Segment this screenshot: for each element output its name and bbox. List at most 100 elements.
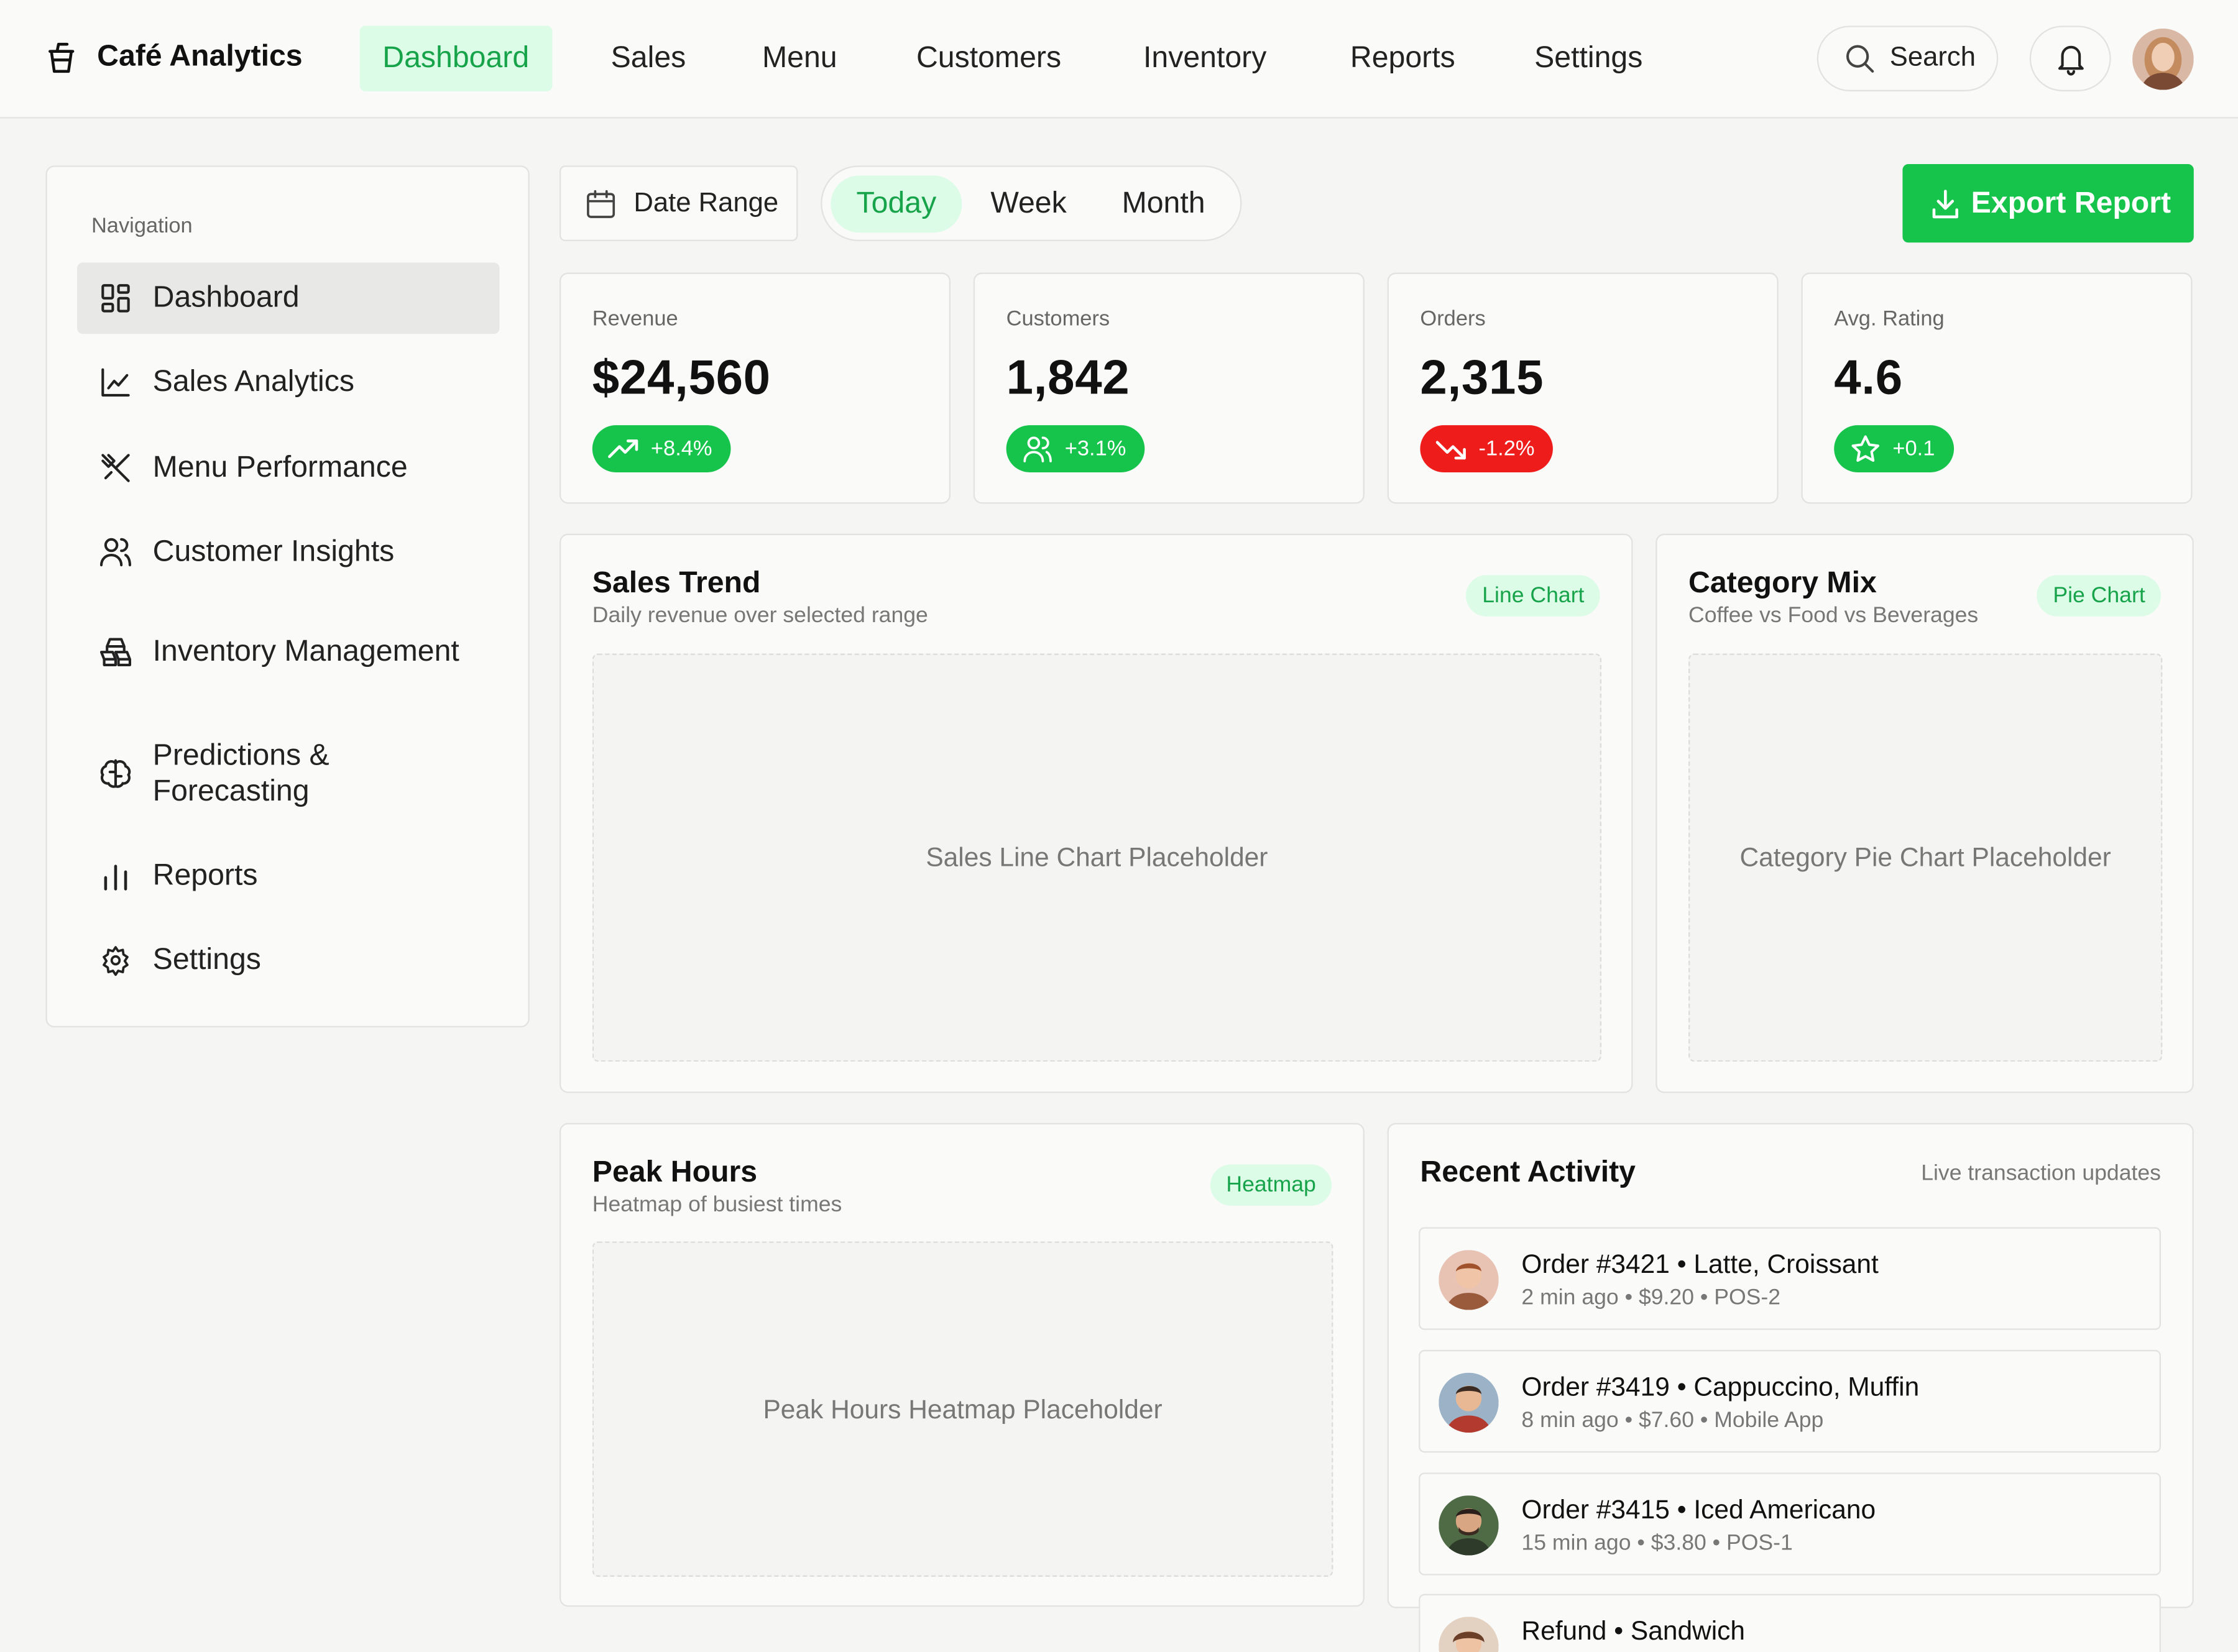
kpi-value: $24,560: [592, 351, 771, 406]
sales-trend-panel: Sales Trend Daily revenue over selected …: [559, 533, 1633, 1093]
kpi-card-avg-rating: Avg. Rating 4.6 +0.1: [1801, 272, 2193, 504]
kpi-card-customers: Customers 1,842 +3.1%: [973, 272, 1365, 504]
kpi-value: 1,842: [1006, 351, 1130, 406]
date-range-label: Date Range: [633, 187, 779, 218]
kpi-value: 4.6: [1834, 351, 1903, 406]
calendar-icon: [585, 188, 617, 219]
sidebar-item-reports[interactable]: Reports: [77, 840, 500, 912]
panel-subtitle: Live transaction updates: [1921, 1161, 2161, 1186]
sidebar-item-label: Reports: [152, 859, 258, 892]
activity-meta: 8 min ago • $7.60 • Mobile App: [1521, 1408, 1824, 1433]
star-icon: [1849, 433, 1881, 465]
activity-title: Order #3421 • Latte, Croissant: [1521, 1248, 1879, 1279]
activity-item[interactable]: Refund • Sandwich: [1419, 1594, 2161, 1652]
app-name: Café Analytics: [97, 40, 303, 73]
bell-icon: [2055, 42, 2086, 76]
avatar: [1439, 1495, 1499, 1556]
trending-up-icon: [608, 438, 640, 461]
sidebar-item-label: Settings: [152, 943, 261, 976]
sidebar-item-settings[interactable]: Settings: [77, 925, 500, 996]
activity-meta: 15 min ago • $3.80 • POS-1: [1521, 1531, 1793, 1556]
period-month[interactable]: Month: [1096, 175, 1231, 232]
sidebar-item-predictions-forecasting[interactable]: Predictions & Forecasting: [77, 735, 500, 812]
chart-type-tag: Heatmap: [1210, 1164, 1332, 1206]
trending-down-icon: [1435, 438, 1468, 461]
search-label: Search: [1889, 42, 1976, 73]
export-report-button[interactable]: Export Report: [1902, 164, 2194, 243]
kpi-label: Orders: [1420, 306, 1486, 331]
sidebar-item-label: Customer Insights: [152, 535, 395, 568]
activity-item[interactable]: Order #3419 • Cappuccino, Muffin 8 min a…: [1419, 1349, 2161, 1453]
sidebar-item-label: Inventory Management: [152, 635, 459, 668]
sidebar-item-label: Menu Performance: [152, 451, 408, 484]
topnav-customers[interactable]: Customers: [893, 25, 1084, 91]
category-chart-placeholder: Category Pie Chart Placeholder: [1688, 653, 2163, 1062]
avatar: [1439, 1250, 1499, 1310]
panel-subtitle: Heatmap of busiest times: [592, 1193, 842, 1218]
topnav-dashboard[interactable]: Dashboard: [359, 25, 552, 91]
download-icon: [1931, 188, 1959, 219]
activity-title: Order #3419 • Cappuccino, Muffin: [1521, 1371, 1920, 1402]
export-label: Export Report: [1971, 186, 2171, 219]
avatar: [1439, 1372, 1499, 1433]
peak-hours-panel: Peak Hours Heatmap of busiest times Heat…: [559, 1122, 1365, 1607]
period-week[interactable]: Week: [965, 175, 1092, 232]
sidebar-item-label: Dashboard: [152, 281, 300, 314]
activity-item[interactable]: Order #3421 • Latte, Croissant 2 min ago…: [1419, 1227, 2161, 1330]
kpi-label: Revenue: [592, 306, 678, 331]
kpi-change: +8.4%: [650, 436, 712, 461]
brain-icon: [98, 756, 132, 791]
activity-item[interactable]: Order #3415 • Iced Americano 15 min ago …: [1419, 1472, 2161, 1576]
kpi-change: +3.1%: [1064, 436, 1126, 461]
bar-chart-icon: [98, 860, 132, 892]
category-mix-panel: Category Mix Coffee vs Food vs Beverages…: [1655, 533, 2194, 1093]
utensils-crossed-icon: [98, 451, 132, 485]
line-chart-icon: [98, 367, 132, 398]
sidebar: Navigation Dashboard Sales Analytics Men…: [45, 165, 530, 1028]
activity-title: Order #3415 • Iced Americano: [1521, 1494, 1876, 1525]
sidebar-item-customer-insights[interactable]: Customer Insights: [77, 516, 500, 588]
boxes-icon: [98, 636, 132, 668]
kpi-label: Customers: [1006, 306, 1110, 331]
kpi-change-badge: -1.2%: [1420, 425, 1554, 472]
brand[interactable]: Café Analytics: [45, 39, 303, 76]
kpi-change: -1.2%: [1478, 436, 1535, 461]
topnav-reports[interactable]: Reports: [1327, 25, 1478, 91]
notifications-button[interactable]: [2029, 25, 2111, 91]
avatar: [1439, 1617, 1499, 1652]
date-range-button[interactable]: Date Range: [559, 165, 798, 242]
user-avatar[interactable]: [2132, 28, 2194, 90]
kpi-change-badge: +3.1%: [1006, 425, 1145, 472]
kpi-change-badge: +8.4%: [592, 425, 731, 472]
period-selector: Today Week Month: [821, 165, 1242, 242]
sidebar-item-inventory-management[interactable]: Inventory Management: [77, 617, 500, 688]
sidebar-item-menu-performance[interactable]: Menu Performance: [77, 433, 500, 504]
kpi-label: Avg. Rating: [1834, 306, 1945, 331]
cup-icon: [45, 39, 77, 76]
topnav-settings[interactable]: Settings: [1511, 25, 1665, 91]
panel-title: Recent Activity: [1420, 1155, 1636, 1189]
activity-meta: 2 min ago • $9.20 • POS-2: [1521, 1285, 1781, 1310]
sidebar-item-dashboard[interactable]: Dashboard: [76, 262, 500, 334]
users-icon: [98, 536, 132, 568]
topnav-inventory[interactable]: Inventory: [1120, 25, 1289, 91]
kpi-change-badge: +0.1: [1834, 425, 1954, 472]
search-button[interactable]: Search: [1817, 25, 1999, 91]
chart-type-tag: Pie Chart: [2037, 575, 2161, 617]
sidebar-item-label: Predictions & Forecasting: [152, 739, 329, 808]
sidebar-item-sales-analytics[interactable]: Sales Analytics: [77, 347, 500, 418]
kpi-change: +0.1: [1892, 436, 1935, 461]
panel-title: Sales Trend: [592, 566, 761, 600]
users-icon: [1022, 434, 1054, 463]
period-today[interactable]: Today: [831, 175, 962, 233]
panel-subtitle: Coffee vs Food vs Beverages: [1688, 603, 1979, 628]
topnav-menu[interactable]: Menu: [739, 25, 860, 91]
kpi-card-orders: Orders 2,315 -1.2%: [1387, 272, 1779, 504]
kpi-card-revenue: Revenue $24,560 +8.4%: [559, 272, 951, 504]
kpi-value: 2,315: [1420, 351, 1544, 406]
panel-title: Category Mix: [1688, 566, 1877, 600]
topnav-sales[interactable]: Sales: [588, 25, 709, 91]
sidebar-heading: Navigation: [91, 214, 193, 239]
top-bar: Café Analytics Dashboard Sales Menu Cust…: [0, 0, 2238, 119]
panel-title: Peak Hours: [592, 1155, 758, 1189]
